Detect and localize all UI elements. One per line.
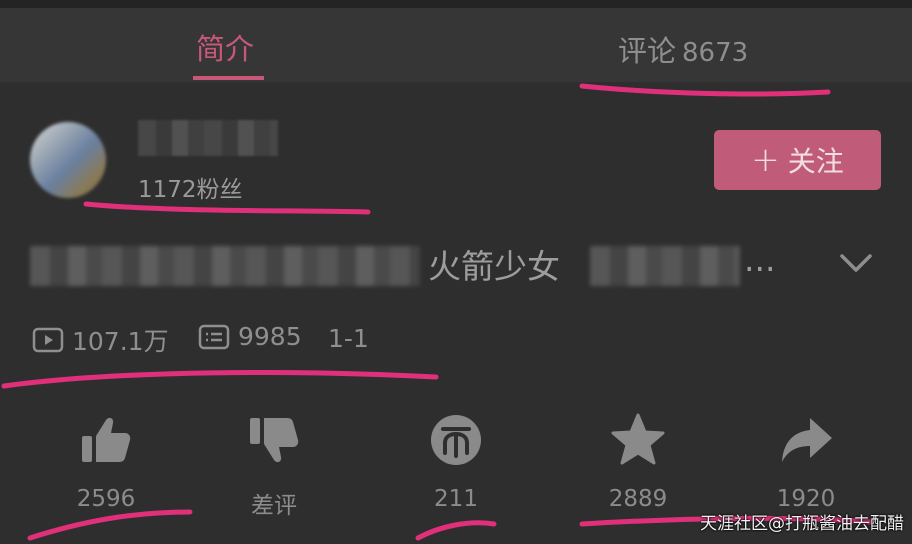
plus-icon: + — [751, 140, 780, 180]
tab-bar: 简介 评论 8673 — [0, 8, 912, 82]
tab-comments-count: 8673 — [682, 38, 749, 68]
danmaku-count-value: 9985 — [238, 322, 302, 351]
follow-label: 关注 — [787, 145, 844, 178]
thumbs-down-icon — [250, 418, 299, 463]
favorite-count: 2889 — [608, 486, 668, 512]
danmaku-count: 9985 — [198, 322, 302, 351]
avatar[interactable] — [30, 122, 106, 198]
uploader-name-redacted[interactable] — [138, 120, 278, 156]
title-redacted-part — [590, 246, 740, 286]
coin-count: 211 — [434, 486, 478, 512]
fans-count: 1172粉丝 — [138, 177, 243, 203]
active-tab-indicator — [193, 76, 264, 80]
view-count-value: 107.1万 — [72, 327, 169, 356]
share-button[interactable]: 1920 — [746, 412, 866, 512]
tab-comments[interactable]: 评论 8673 — [618, 28, 748, 70]
favorite-button[interactable]: 2889 — [578, 412, 698, 512]
title-visible-text: 火箭少女 — [428, 247, 560, 286]
title-ellipsis: ... — [744, 240, 776, 279]
episode-indicator: 1-1 — [328, 324, 369, 353]
tab-comments-label: 评论 — [618, 34, 677, 68]
coin-icon — [431, 415, 481, 465]
follow-button[interactable]: + 关注 — [714, 130, 881, 190]
watermark: 天涯社区@打瓶酱油去配醋 — [700, 514, 904, 534]
dislike-label: 差评 — [251, 493, 297, 519]
video-title[interactable]: 火箭少女 ... — [30, 240, 810, 290]
play-icon — [32, 327, 64, 353]
chevron-down-icon[interactable] — [838, 248, 874, 278]
coin-button[interactable]: 211 — [396, 412, 516, 512]
tab-intro-label: 简介 — [196, 32, 255, 66]
status-strip — [0, 0, 912, 8]
thumbs-up-icon — [82, 417, 131, 462]
tab-intro[interactable]: 简介 — [196, 26, 254, 68]
star-icon — [611, 413, 665, 465]
dislike-button[interactable]: 差评 — [214, 412, 334, 520]
share-arrow-icon — [782, 418, 832, 462]
title-redacted-part — [30, 246, 420, 286]
view-count: 107.1万 — [32, 322, 169, 358]
like-count: 2596 — [76, 486, 136, 512]
danmaku-icon — [198, 324, 230, 349]
like-button[interactable]: 2596 — [46, 412, 166, 512]
